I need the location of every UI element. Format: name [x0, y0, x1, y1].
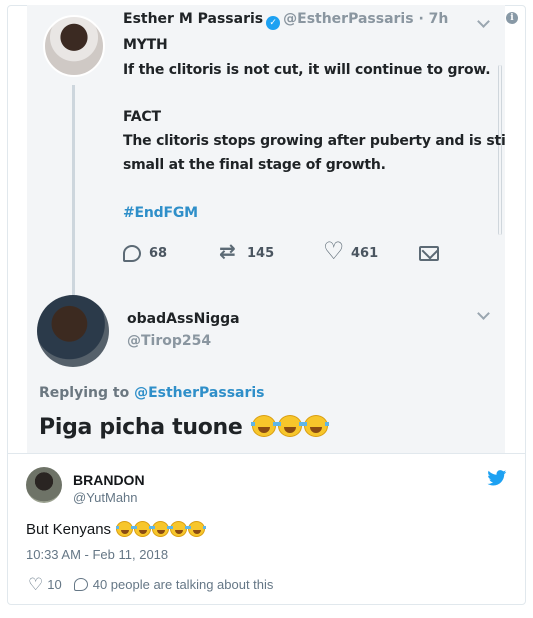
- tweet-text: But Kenyans: [26, 521, 207, 538]
- reply-count: 68: [149, 245, 168, 261]
- talking-link[interactable]: 40 people are talking about this: [93, 577, 274, 592]
- thread-line: [72, 85, 75, 295]
- like-action: 461: [323, 237, 379, 265]
- tweet-text-content: But Kenyans: [26, 521, 112, 538]
- heart-icon: [323, 237, 345, 265]
- body-line: FACT: [123, 109, 161, 125]
- heart-icon[interactable]: ♡: [28, 576, 43, 593]
- reply-text: Piga picha tuone: [39, 415, 329, 440]
- tears-of-joy-emoji-icon: [250, 415, 277, 437]
- message-action: [419, 241, 439, 265]
- replying-mention: @EstherPassaris: [134, 385, 265, 401]
- tears-of-joy-emoji-icon: [276, 415, 303, 437]
- tears-of-joy-emoji-icon: [302, 415, 329, 437]
- tweet-timestamp[interactable]: 10:33 AM - Feb 11, 2018: [26, 547, 168, 562]
- embedded-tweet-actions: 68 145 461: [123, 237, 453, 265]
- author-handle: @EstherPassaris: [283, 11, 414, 27]
- retweet-icon: [219, 239, 239, 263]
- reply-text-content: Piga picha tuone: [39, 415, 243, 440]
- verified-icon: ✓: [266, 16, 281, 30]
- chevron-down-icon: [477, 309, 489, 321]
- scrollbar: [498, 65, 502, 235]
- author-name: Esther M Passaris: [123, 11, 264, 27]
- avatar[interactable]: [26, 467, 62, 503]
- tweet-photo[interactable]: Esther M Passaris ✓ @EstherPassaris · 7h M…: [27, 5, 505, 453]
- body-line: small at the final stage of growth.: [123, 157, 386, 173]
- replying-to: Replying to @EstherPassaris: [39, 385, 265, 401]
- hashtag: #EndFGM: [123, 205, 198, 221]
- author-name[interactable]: BRANDON: [73, 472, 145, 488]
- tears-of-joy-emoji-icon: [188, 521, 207, 537]
- tears-of-joy-emoji-icon: [152, 521, 171, 537]
- body-line: If the clitoris is not cut, it will cont…: [123, 62, 491, 78]
- reply-bubble-icon[interactable]: [73, 577, 88, 591]
- mail-icon: [419, 245, 439, 261]
- like-count: 461: [351, 245, 379, 261]
- tweet-time: · 7h: [418, 11, 449, 27]
- tears-of-joy-emoji-icon: [170, 521, 189, 537]
- body-line: The clitoris stops growing after puberty…: [123, 133, 505, 149]
- tweet-footer: ♡ 10 40 people are talking about this: [28, 575, 273, 593]
- info-icon[interactable]: i: [506, 12, 518, 24]
- replying-prefix: Replying to: [39, 385, 130, 401]
- reply-author-handle: @Tirop254: [127, 333, 212, 349]
- tears-of-joy-emoji-icon: [134, 521, 153, 537]
- author-handle[interactable]: @YutMahn: [73, 490, 138, 505]
- avatar: [43, 15, 105, 77]
- embedded-tweet-header: Esther M Passaris ✓ @EstherPassaris · 7h: [123, 11, 448, 30]
- chevron-down-icon: [477, 17, 489, 29]
- retweet-action: 145: [219, 239, 275, 265]
- reply-action: 68: [123, 241, 167, 265]
- tears-of-joy-emoji-icon: [116, 521, 135, 537]
- reply-icon: [123, 244, 141, 262]
- divider: [7, 453, 526, 454]
- like-count[interactable]: 10: [47, 577, 61, 592]
- avatar: [37, 295, 109, 367]
- retweet-count: 145: [247, 245, 275, 261]
- body-line: MYTH: [123, 37, 168, 53]
- twitter-bird-icon[interactable]: [487, 470, 507, 486]
- reply-author-name: obadAssNigga: [127, 311, 240, 327]
